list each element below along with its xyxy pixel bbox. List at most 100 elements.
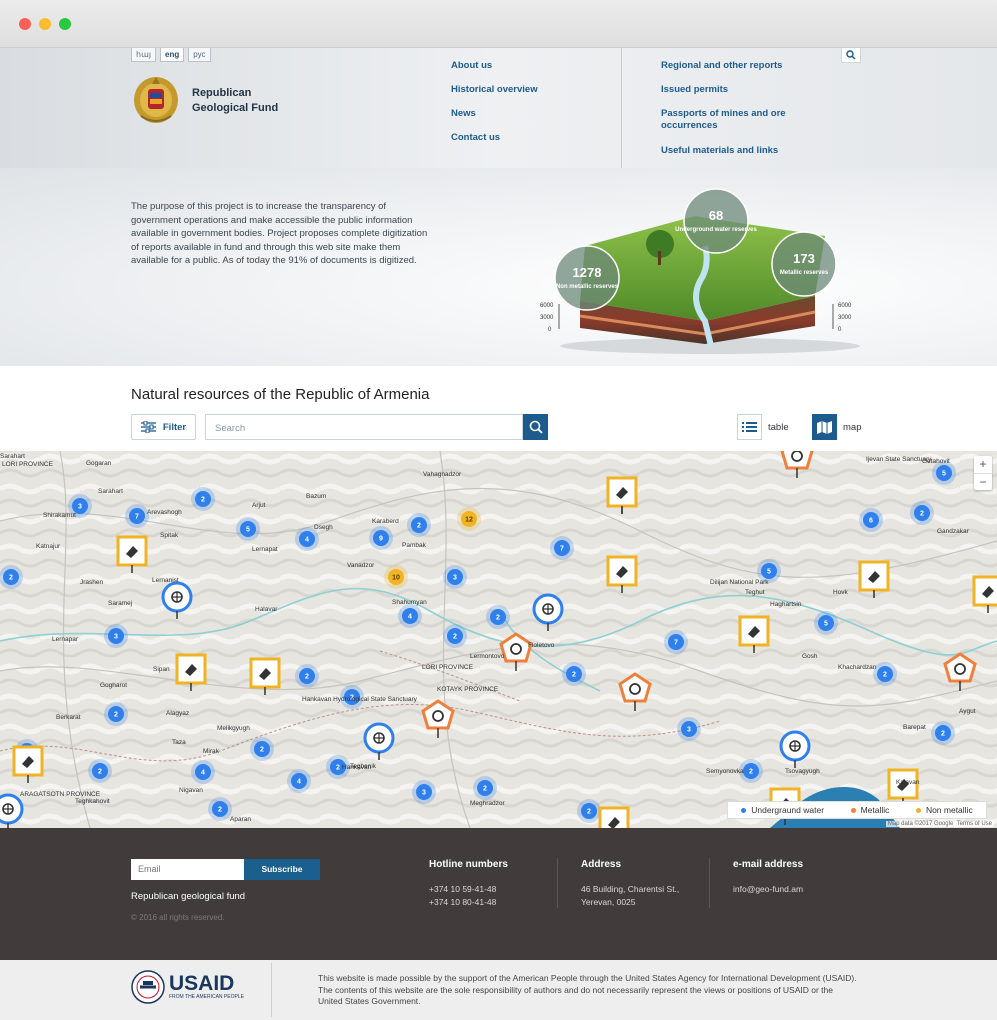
view-map-toggle[interactable]: map [812,414,861,440]
marker-cluster[interactable]: 12 [457,507,481,531]
zoom-out-button[interactable]: − [974,473,992,490]
marker-cluster[interactable]: 2 [577,799,601,823]
site-brand[interactable]: Republican Geological Fund [192,86,278,116]
marker-cluster[interactable]: 7 [664,630,688,654]
hotline-number-2[interactable]: +374 10 80-41-48 [429,896,508,909]
svg-text:4: 4 [297,779,301,786]
marker-cluster[interactable]: 5 [814,611,838,635]
minimize-window-button[interactable] [39,18,51,30]
maximize-window-button[interactable] [59,18,71,30]
map-place-label: Halavar [255,606,278,613]
marker-cluster[interactable]: 5 [236,517,260,541]
view-table-toggle[interactable]: table [737,414,789,440]
nav-regional-reports[interactable]: Regional and other reports [661,60,786,84]
marker-cluster[interactable]: 2 [0,565,23,589]
map-data-credit: Map data ©2017 Google [887,821,954,827]
map-place-label: Sipan [153,666,170,673]
lang-ru-button[interactable]: рус [188,48,211,62]
svg-text:2: 2 [201,497,205,504]
site-header: հայ eng рус Republican Geological Fund A… [0,48,997,168]
newsletter-email-input[interactable]: Email [131,859,244,880]
nonmetallic-dot-icon [915,808,921,814]
marker-cluster[interactable]: 2 [250,737,274,761]
marker-cluster[interactable]: 3 [443,565,467,589]
marker-cluster[interactable]: 2 [208,797,232,821]
marker-cluster[interactable]: 2 [873,662,897,686]
marker-cluster[interactable]: 4 [191,760,215,784]
marker-cluster[interactable]: 3 [677,717,701,741]
svg-text:7: 7 [560,546,564,553]
address-line-1: 46 Building, Charentsi St., [581,884,680,894]
window-titlebar [0,0,997,48]
depth-scale-left: 6000 3000 0 [540,303,560,333]
contact-email-link[interactable]: info@geo-fund.am [733,883,803,896]
resource-search-button[interactable] [523,414,548,440]
marker-cluster[interactable]: 4 [287,769,311,793]
close-window-button[interactable] [19,18,31,30]
nav-about-us[interactable]: About us [451,60,538,84]
svg-text:2: 2 [883,672,887,679]
marker-cluster[interactable]: 3 [412,780,436,804]
nav-issued-permits[interactable]: Issued permits [661,84,786,108]
stat-metallic[interactable]: 173 Metallic reserves [771,231,837,297]
resources-map[interactable]: 3 7 2 5 4 9 2 12 7 10 3 2 2 7 5 5 6 2 5 2 2 3 2 2 4 3 2 2 2 2 4 2 3 2 2 2 2 4… [0,451,997,828]
marker-cluster[interactable]: 2 [486,605,510,629]
marker-cluster[interactable]: 2 [191,487,215,511]
svg-text:9: 9 [379,536,383,543]
nav-passports-of-mines[interactable]: Passports of mines and ore occurrences [661,108,786,145]
marker-cluster[interactable]: 2 [931,721,955,745]
map-place-label: Gogharot [100,682,127,689]
svg-text:2: 2 [496,615,500,622]
marker-cluster[interactable]: 2 [407,513,431,537]
marker-cluster[interactable]: 2 [562,662,586,686]
map-terms-link[interactable]: Terms of Use [957,821,992,827]
marker-cluster[interactable]: 4 [398,604,422,628]
svg-text:2: 2 [114,712,118,719]
marker-cluster[interactable]: 7 [550,536,574,560]
subscribe-button[interactable]: Subscribe [244,859,320,880]
marker-cluster[interactable]: 10 [384,565,408,589]
filter-button[interactable]: Filter [131,414,196,440]
nav-historical-overview[interactable]: Historical overview [451,84,538,108]
marker-cluster[interactable]: 6 [859,508,883,532]
marker-cluster[interactable]: 9 [369,526,393,550]
coat-of-arms-logo[interactable] [131,74,181,126]
marker-cluster[interactable]: 3 [104,624,128,648]
marker-cluster[interactable]: 2 [295,664,319,688]
legend-non-metallic: Non metallic [915,805,973,815]
map-place-label: Spitak [160,532,179,539]
metallic-dot-icon [850,808,856,814]
nav-news[interactable]: News [451,108,538,132]
map-place-label: Lermontovo [470,653,505,660]
map-place-label: Sarahart [0,453,25,460]
stat-non-metallic[interactable]: 1278 Non metallic reserves [554,245,620,311]
resource-search-input[interactable]: Search [205,414,523,440]
svg-text:12: 12 [465,517,473,524]
map-place-label: Mirak [203,748,220,755]
usaid-tagline: FROM THE AMERICAN PEOPLE [169,994,244,1000]
lang-en-button[interactable]: eng [160,48,185,62]
map-place-label: Hankavan [342,764,372,771]
stat-water-label: Underground water reserves [675,227,757,233]
map-place-label: Fioletovo [528,642,555,649]
nav-useful-materials[interactable]: Useful materials and links [661,145,786,169]
marker-cluster[interactable]: 2 [104,702,128,726]
marker-cluster[interactable]: 2 [88,759,112,783]
usaid-logo[interactable]: USAID FROM THE AMERICAN PEOPLE [131,970,244,1004]
header-search-button[interactable] [841,48,861,63]
marker-cluster[interactable]: 7 [125,504,149,528]
usaid-wordmark: USAID [169,972,235,995]
marker-cluster[interactable]: 2 [910,501,934,525]
non-metallic-marker[interactable] [598,806,630,828]
lang-hy-button[interactable]: հայ [131,48,157,62]
marker-cluster[interactable]: 2 [473,776,497,800]
hero-section: The purpose of this project is to increa… [0,168,997,366]
map-canvas[interactable]: 3 7 2 5 4 9 2 12 7 10 3 2 2 7 5 5 6 2 5 2 2 3 2 2 4 3 2 2 2 2 4 2 3 2 2 2 2 4… [0,451,997,828]
hotline-number-1[interactable]: +374 10 59-41-48 [429,883,508,896]
zoom-in-button[interactable]: + [974,456,992,473]
map-place-label: Bazum [306,493,326,500]
nav-contact-us[interactable]: Contact us [451,132,538,156]
svg-text:2: 2 [483,786,487,793]
map-place-label: Khachardzan [838,664,877,671]
marker-cluster[interactable]: 2 [443,624,467,648]
